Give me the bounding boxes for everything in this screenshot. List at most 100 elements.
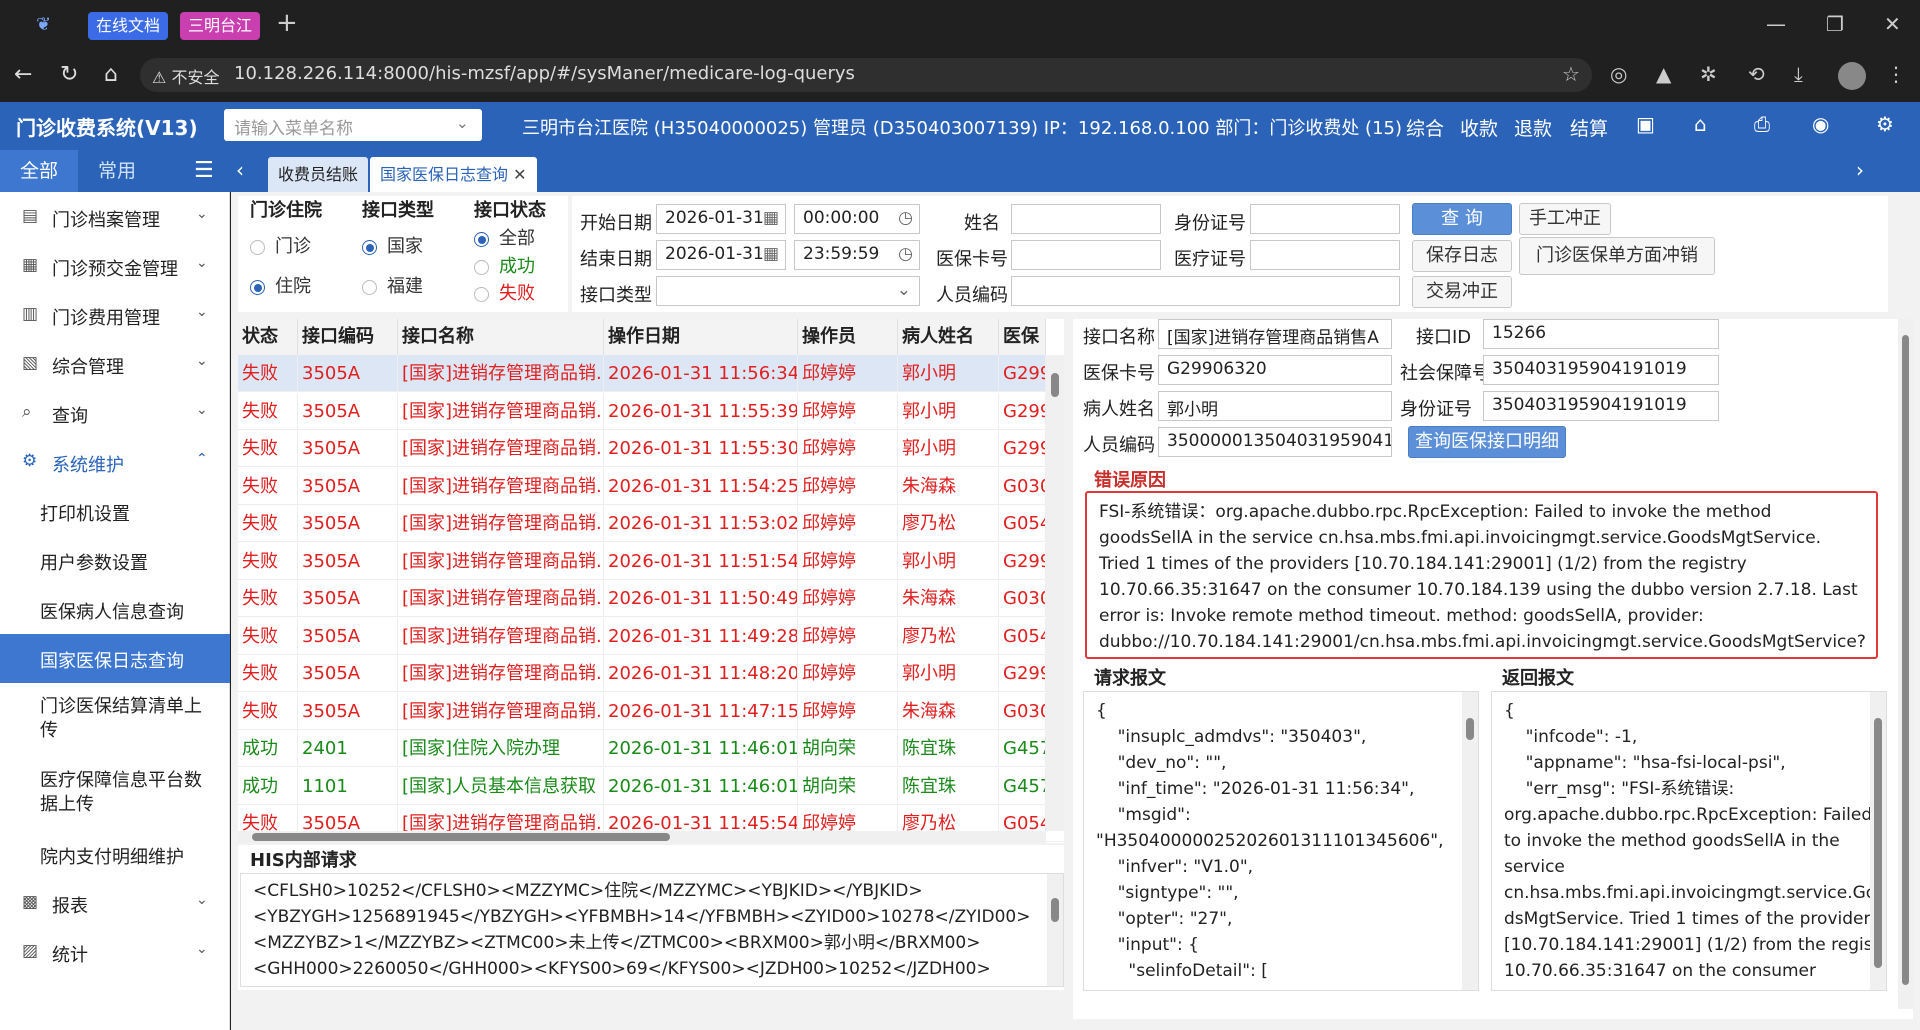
table-row[interactable]: 失败 3505A [国家]进销存管理商品销... 2026-01-31 11:48:2… [238,655,1064,692]
sidebar-item-deposit[interactable]: ▦ 门诊预交金管理 ⌄ [0,242,230,291]
table-vscrollbar[interactable] [1046,355,1064,831]
idcard-input[interactable] [1250,204,1400,234]
sidebar-sub-patient-query[interactable]: 医保病人信息查询 [0,585,230,634]
trade-reversal-button[interactable]: 交易冲正 [1412,276,1512,308]
ybcard-detail-field[interactable]: G29906320 [1158,355,1392,385]
browser-tab-online-docs[interactable]: 在线文档 [88,12,169,40]
sidebar-item-archives[interactable]: ▤ 门诊档案管理 ⌄ [0,193,230,242]
extension-1-icon[interactable]: ◎ [1610,62,1627,86]
sidebar-item-stats[interactable]: ▨ 统计 ⌄ [0,928,230,977]
radio-inpatient[interactable]: 住院 [250,272,311,298]
new-tab-icon[interactable]: + [276,8,298,38]
reload-icon[interactable]: ↻ [60,62,78,87]
home-icon[interactable]: ⌂ [104,62,118,87]
building-icon[interactable]: ⌂ [1694,112,1707,136]
person-code-input[interactable] [1011,276,1400,306]
query-detail-button[interactable]: 查询医保接口明细 [1408,426,1566,458]
name-input[interactable] [1011,204,1161,234]
iface-name-field[interactable]: [国家]进销存管理商品销售A [1158,319,1392,349]
header-col-ybcard[interactable]: 医保卡 [999,319,1046,383]
table-row[interactable]: 成功 2401 [国家]住院入院办理 2026-01-31 11:46:01 胡向荣 陈宜… [238,730,1064,767]
profile-avatar[interactable] [1838,62,1866,90]
sidebar-item-maintenance[interactable]: ⚙ 系统维护 ⌃ [0,438,230,487]
table-row[interactable]: 失败 3505A [国家]进销存管理商品销... 2026-01-31 11:51:5… [238,542,1064,580]
sidebar-item-reports[interactable]: ▩ 报表 ⌄ [0,879,230,928]
tab-scroll-left-icon[interactable]: ‹ [236,158,244,182]
his-vscrollbar[interactable] [1047,874,1063,986]
extensions-icon[interactable]: ✲ [1700,62,1717,86]
sidebar-item-query[interactable]: ⌕ 查询 ⌄ [0,389,230,438]
request-message-box[interactable]: { "insuplc_admdvs": "350403", "dev_no": … [1083,691,1479,991]
medcard-input[interactable] [1250,240,1400,270]
scroll-thumb[interactable] [1874,718,1882,968]
error-reason-box[interactable]: FSI-系统错误：org.apache.dubbo.rpc.RpcExcepti… [1085,491,1878,659]
table-row[interactable]: 失败 3505A [国家]进销存管理商品销... 2026-01-31 11:54:2… [238,467,1064,505]
url-text[interactable]: 10.128.226.114:8000/his-mzsf/app/#/sysMa… [234,63,855,84]
start-time-input[interactable]: 00:00:00 ◷ [794,204,920,234]
chevron-down-icon[interactable]: ⌄ [456,114,469,132]
table-hscrollbar[interactable] [238,831,1046,843]
header-btn-refund[interactable]: 退款 [1514,114,1552,141]
card-reader-icon[interactable]: ▣ [1636,112,1655,136]
manual-reversal-button[interactable]: 手工冲正 [1519,203,1611,235]
header-col-patient[interactable]: 病人姓名 [898,319,999,355]
table-row[interactable]: 失败 3505A [国家]进销存管理商品销... 2026-01-31 11:47:1… [238,692,1064,730]
tab-all[interactable]: 全部 [0,150,79,192]
header-col-status[interactable]: 状态 [238,319,298,355]
start-date-input[interactable]: 2026-01-31 ▦ [656,204,786,234]
patient-name-field[interactable]: 郭小明 [1158,391,1392,421]
scroll-thumb[interactable] [1051,373,1059,397]
sidebar-sub-medicare-log[interactable]: 国家医保日志查询 [0,634,230,683]
sidebar-item-fees[interactable]: ▥ 门诊费用管理 ⌄ [0,291,230,340]
table-row[interactable]: 失败 3505A [国家]进销存管理商品销... 2026-01-31 11:50:4… [238,580,1064,617]
table-row[interactable]: 失败 3505A [国家]进销存管理商品销... 2026-01-31 11:55:3… [238,392,1064,430]
scroll-thumb[interactable] [252,833,670,841]
social-field[interactable]: 350403195904191019 [1483,355,1719,385]
end-time-input[interactable]: 23:59:59 ◷ [794,240,920,270]
extension-2-icon[interactable]: ▲ [1656,62,1671,86]
browser-tab-sanming[interactable]: 三明台江 [180,12,261,40]
radio-national[interactable]: 国家 [362,232,423,258]
save-log-button[interactable]: 保存日志 [1412,240,1512,272]
iface-type-select[interactable]: ⌄ [656,276,920,306]
table-row[interactable]: 失败 3505A [国家]进销存管理商品销... 2026-01-31 11:56:3… [238,355,1064,392]
scroll-thumb[interactable] [1902,335,1909,985]
radio-success[interactable]: 成功 [474,252,535,278]
sidebar-sub-printer[interactable]: 打印机设置 [0,487,230,536]
menu-toggle-icon[interactable]: ☰ [194,158,214,183]
radio-outpatient[interactable]: 门诊 [250,232,311,258]
eye-icon[interactable]: ◉ [1812,112,1829,136]
header-col-iface-code[interactable]: 接口编码 [298,319,398,355]
close-window-icon[interactable]: ✕ [1884,12,1901,36]
radio-fail[interactable]: 失败 [474,279,535,305]
response-vscrollbar[interactable] [1870,692,1886,990]
insecure-warning-icon[interactable]: ⚠ 不安全 [152,64,219,88]
detail-vscrollbar[interactable] [1898,319,1913,1009]
header-col-op-date[interactable]: 操作日期 [604,319,798,355]
scroll-thumb[interactable] [1051,898,1059,922]
scroll-thumb[interactable] [1466,718,1474,740]
iface-id-field[interactable]: 15266 [1483,319,1719,349]
settings-gear-icon[interactable]: ⚙ [1876,112,1894,136]
header-btn-comprehensive[interactable]: 综合 [1406,114,1444,141]
outpatient-unilateral-reversal-button[interactable]: 门诊医保单方面冲销 [1519,237,1715,275]
his-request-text[interactable]: <CFLSH0>10252</CFLSH0><MZZYMC>住院</MZZYMC… [240,873,1064,987]
sidebar-sub-settlement-upload[interactable]: 门诊医保结算清单上传 [0,683,230,749]
favorite-star-icon[interactable]: ☆ [1562,62,1580,86]
download-icon[interactable]: ⤓ [1794,62,1803,86]
restore-icon[interactable]: ❐ [1826,12,1844,36]
minimize-icon[interactable]: — [1766,12,1786,36]
radio-all[interactable]: 全部 [474,224,535,250]
ybcard-input[interactable] [1011,240,1161,270]
back-icon[interactable]: ← [14,62,32,87]
tab-common[interactable]: 常用 [78,150,156,192]
end-date-input[interactable]: 2026-01-31 ▦ [656,240,786,270]
header-col-operator[interactable]: 操作员 [798,319,898,355]
header-btn-settle[interactable]: 结算 [1570,114,1608,141]
radio-fujian[interactable]: 福建 [362,272,423,298]
request-vscrollbar[interactable] [1462,692,1478,990]
sidebar-sub-platform-upload[interactable]: 医疗保障信息平台数据上传 [0,757,230,823]
person-code-detail-field[interactable]: 35000001350403195904191 [1158,427,1392,457]
browser-menu-icon[interactable]: ⋮ [1886,62,1906,86]
header-col-iface-name[interactable]: 接口名称 [398,319,604,355]
